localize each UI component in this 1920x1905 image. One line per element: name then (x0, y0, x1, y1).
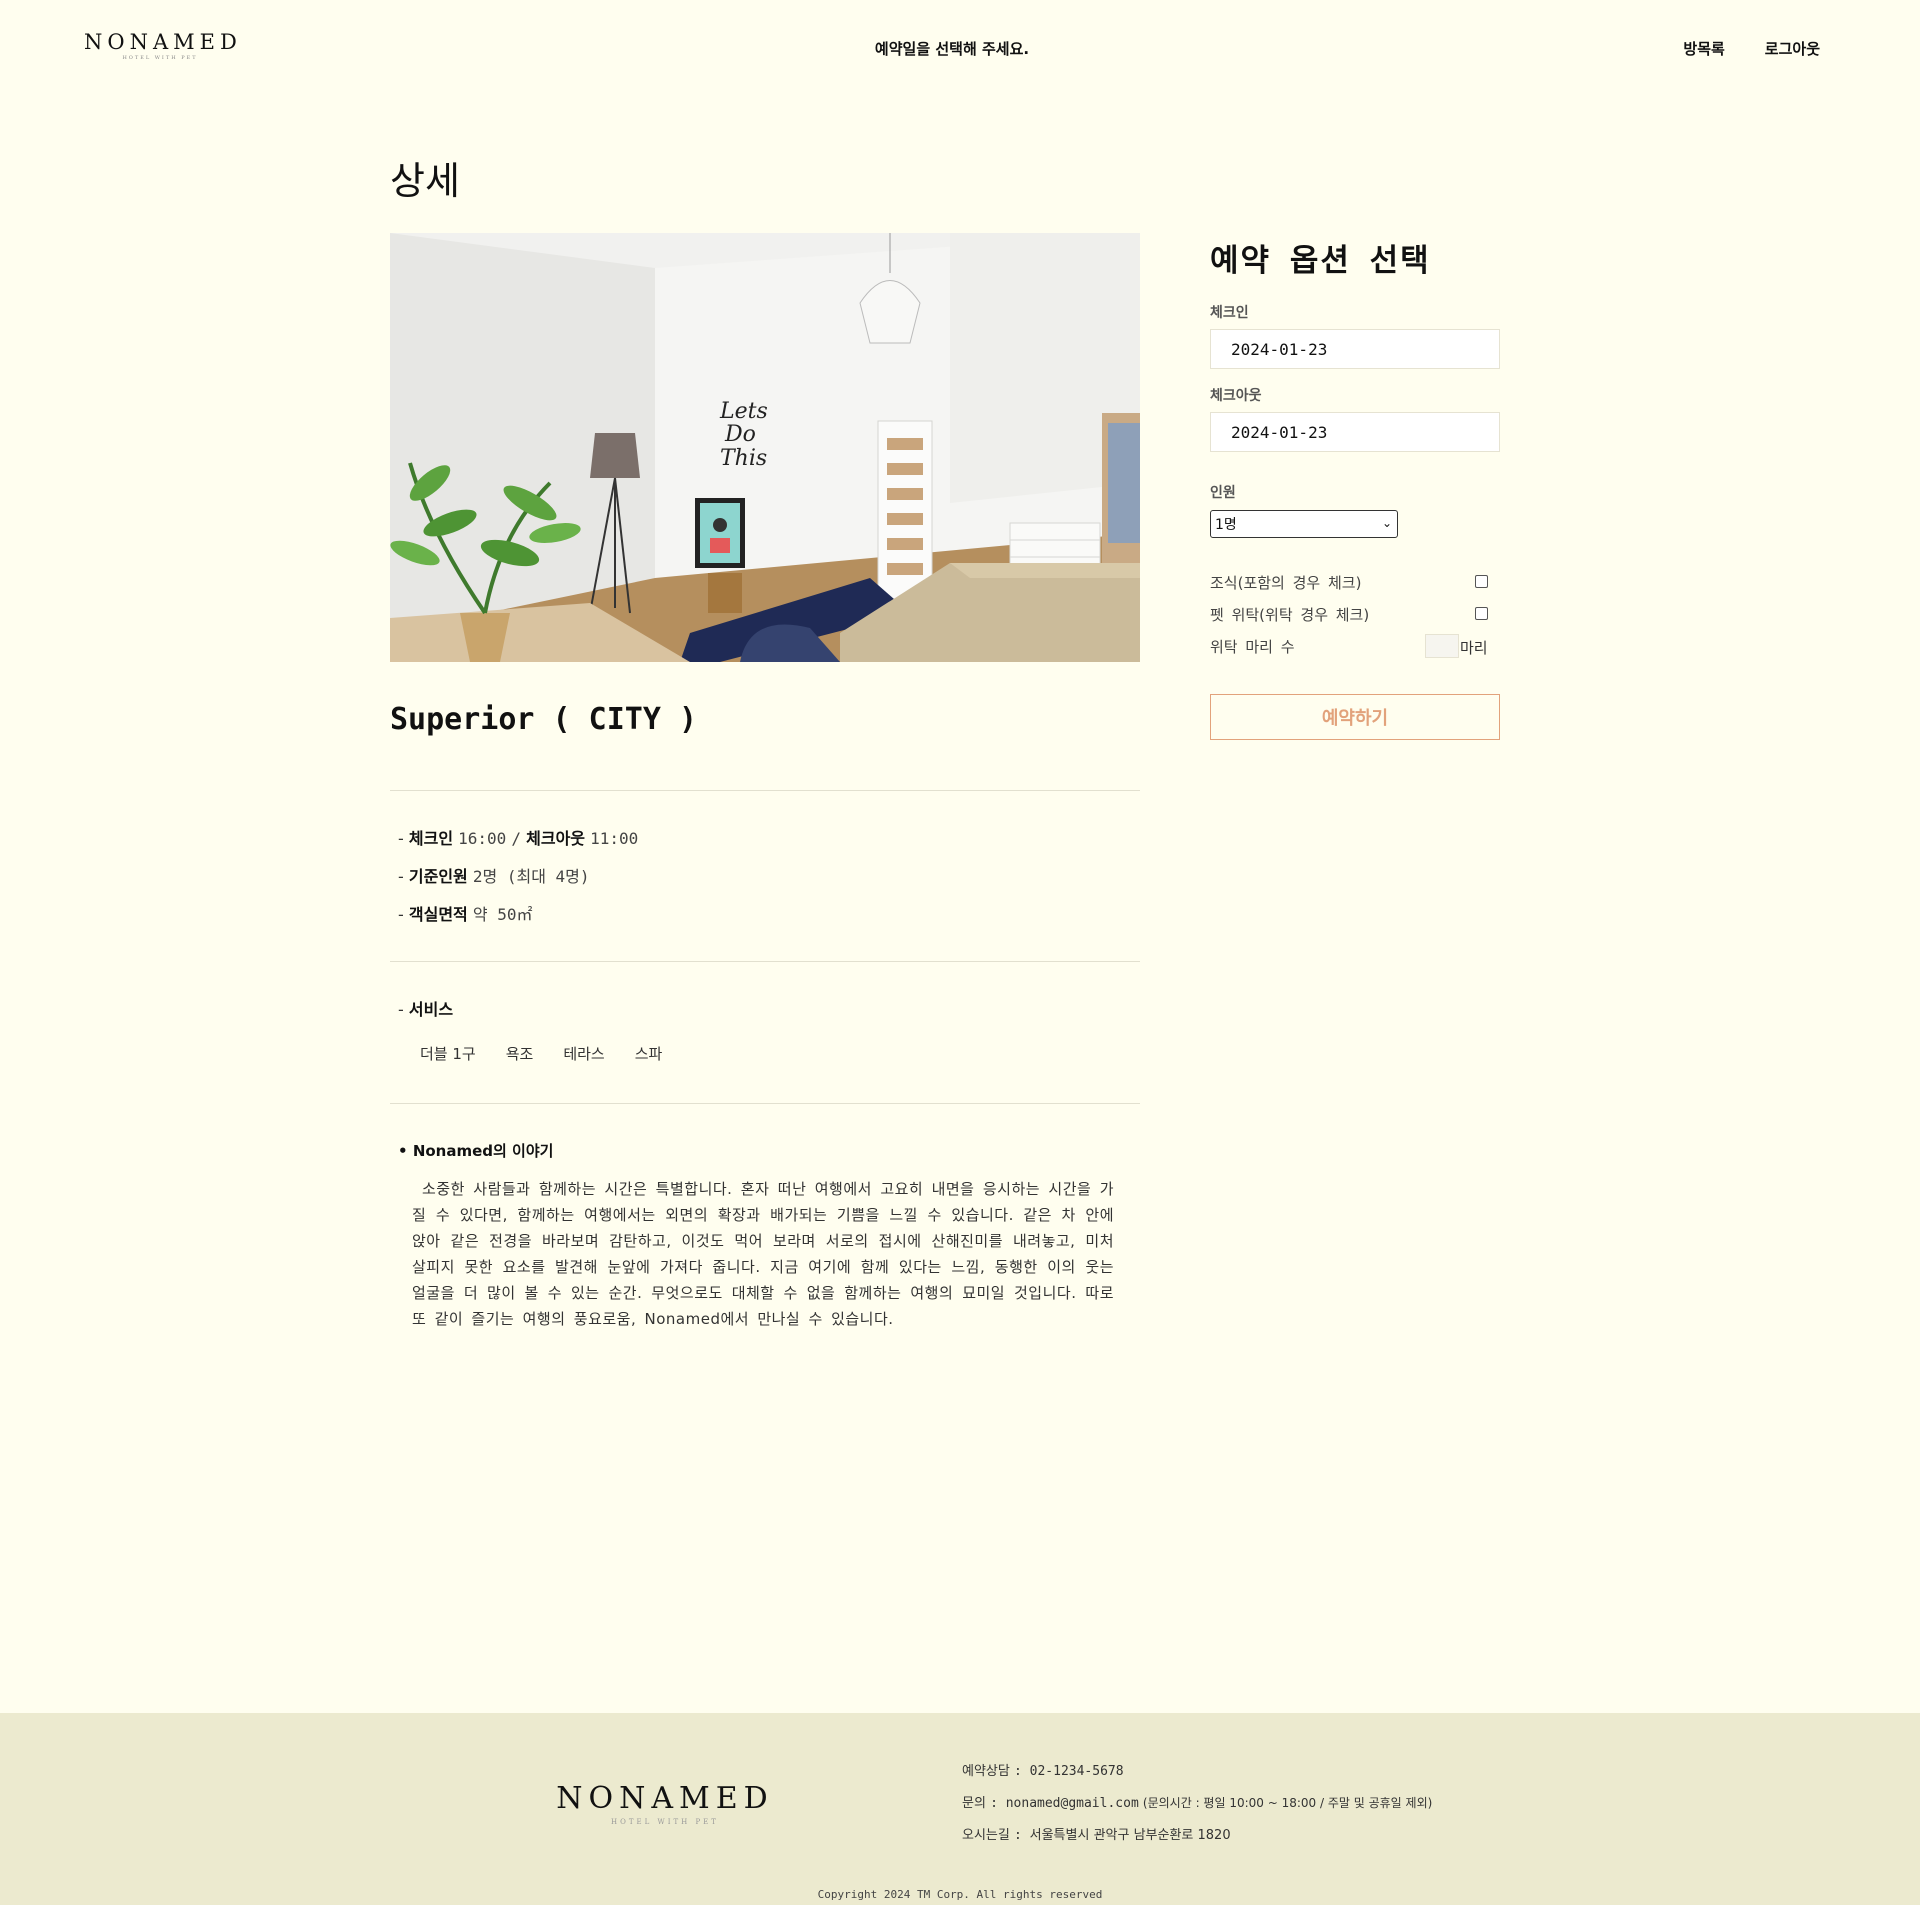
breakfast-checkbox[interactable] (1475, 575, 1488, 588)
time-separator: / (511, 829, 522, 848)
footer-logo-brand: NONAMED (556, 1781, 774, 1816)
chevron-down-icon: ⌄ (1381, 516, 1392, 530)
area-label: 객실면적 (408, 905, 468, 924)
svg-text:Lets: Lets (719, 399, 768, 424)
guests-select[interactable]: 1명 ⌄ (1210, 510, 1398, 538)
pet-count-label: 위탁 마리 수 (1210, 638, 1295, 656)
services-list: 더블 1구 욕조 테라스 스파 (420, 1043, 662, 1064)
footer-phone: 예약상담 : 02-1234-5678 (962, 1760, 1124, 1779)
top-nav: 방목록 로그아웃 (1683, 38, 1820, 59)
bullet-dash: - (398, 905, 404, 924)
site-header: NONAMED HOTEL WITH PET 예약일을 선택해 주세요. 방목록… (0, 0, 1920, 96)
divider (390, 1103, 1140, 1104)
room-photo-illustration: Lets Do This (390, 233, 1140, 662)
capacity-info: - 기준인원 2명 (최대 4명) (398, 863, 590, 887)
copyright: Copyright 2024 TM Corp. All rights reser… (817, 1888, 1103, 1901)
svg-text:Do: Do (724, 422, 756, 447)
guests-selected-value: 1명 (1215, 517, 1237, 533)
capacity-value: 2명 (최대 4명) (472, 867, 590, 886)
svg-text:This: This (720, 446, 767, 471)
colon-separator: : (1013, 1828, 1030, 1843)
checkin-date-input[interactable] (1210, 329, 1500, 369)
footer-email: 문의 : nonamed@gmail.com (문의시간 : 평일 10:00 … (962, 1792, 1432, 1811)
pet-count-unit: 마리 (1460, 639, 1488, 657)
checkin-label: 체크인 (408, 829, 454, 848)
checkout-date-input[interactable] (1210, 412, 1500, 452)
colon-separator: : (990, 1796, 1006, 1811)
email-value[interactable]: nonamed@gmail.com (1006, 1796, 1139, 1811)
area-value: 약 50㎡ (472, 905, 533, 924)
capacity-label: 기준인원 (408, 867, 468, 886)
breakfast-label: 조식(포함의 경우 체크) (1210, 574, 1362, 592)
phone-value: 02-1234-5678 (1029, 1764, 1124, 1779)
room-photo: Lets Do This (390, 233, 1140, 662)
story-title: Nonamed의 이야기 (412, 1142, 554, 1160)
phone-label: 예약상담 (962, 1764, 1010, 1779)
checkout-time: 11:00 (590, 829, 639, 848)
services-heading: - 서비스 (398, 996, 453, 1020)
room-name: Superior ( CITY ) (390, 702, 698, 737)
bullet-dot: • (398, 1142, 408, 1160)
nav-logout[interactable]: 로그아웃 (1765, 38, 1820, 59)
checkout-label: 체크아웃 (526, 829, 586, 848)
divider (390, 790, 1140, 791)
colon-separator: : (1013, 1764, 1030, 1779)
pet-count-input[interactable] (1425, 634, 1459, 658)
reserve-button[interactable]: 예약하기 (1210, 694, 1500, 740)
inquiry-hours: (문의시간 : 평일 10:00 ~ 18:00 / 주말 및 공휴일 제외) (1142, 1796, 1433, 1810)
divider (390, 961, 1140, 962)
pet-care-label: 펫 위탁(위탁 경우 체크) (1210, 606, 1370, 624)
bullet-dash: - (398, 867, 404, 886)
story-text: 소중한 사람들과 함께하는 시간은 특별합니다. 혼자 떠난 여행에서 고요히 … (412, 1180, 1114, 1328)
checkin-time: 16:00 (458, 829, 507, 848)
pet-care-checkbox[interactable] (1475, 607, 1488, 620)
header-message: 예약일을 선택해 주세요. (874, 40, 1030, 58)
bullet-dash: - (398, 829, 404, 848)
email-label: 문의 (962, 1796, 986, 1811)
page-title: 상세 (390, 159, 460, 203)
address-value: 서울특별시 관악구 남부순환로 1820 (1029, 1828, 1231, 1843)
bullet-dash: - (398, 1000, 404, 1019)
story-heading: • Nonamed의 이야기 (398, 1140, 553, 1161)
footer-logo-subtitle: HOTEL WITH PET (611, 1818, 719, 1826)
services-label: 서비스 (408, 1000, 454, 1019)
checkout-field-label: 체크아웃 (1210, 388, 1262, 404)
area-info: - 객실면적 약 50㎡ (398, 901, 532, 925)
guests-field-label: 인원 (1210, 485, 1236, 501)
footer-address: 오시는길 : 서울특별시 관악구 남부순환로 1820 (962, 1824, 1231, 1843)
service-item: 테라스 (563, 1045, 605, 1063)
site-footer: NONAMED HOTEL WITH PET 예약상담 : 02-1234-56… (0, 1713, 1920, 1905)
service-item: 스파 (634, 1045, 663, 1063)
reservation-title: 예약 옵션 선택 (1210, 243, 1431, 279)
footer-logo[interactable]: NONAMED HOTEL WITH PET (540, 1781, 790, 1826)
address-label: 오시는길 (962, 1828, 1010, 1843)
service-item: 욕조 (505, 1045, 534, 1063)
service-item: 더블 1구 (420, 1045, 476, 1063)
checkin-checkout-info: - 체크인 16:00 / 체크아웃 11:00 (398, 825, 638, 849)
nav-room-list[interactable]: 방목록 (1683, 38, 1724, 59)
checkin-field-label: 체크인 (1210, 305, 1249, 321)
